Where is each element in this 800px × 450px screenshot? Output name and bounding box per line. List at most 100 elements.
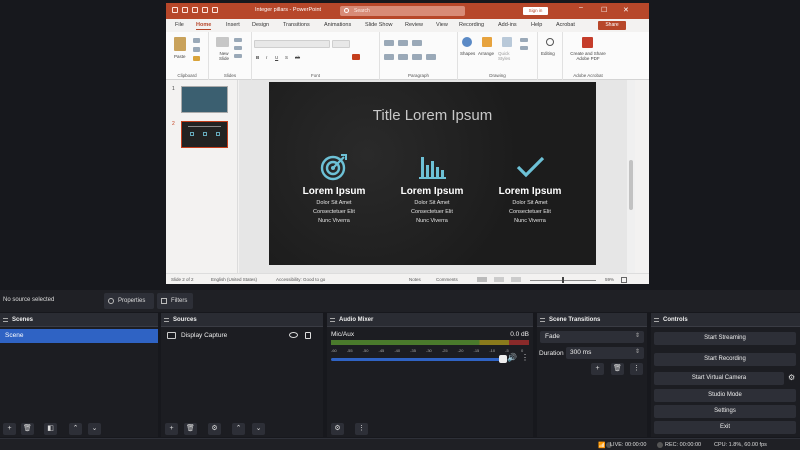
slide-sorter-icon[interactable]: [494, 277, 504, 282]
copy-icon[interactable]: [193, 47, 200, 52]
tab-insert[interactable]: Insert: [226, 22, 240, 28]
start-virtual-camera-button[interactable]: Start Virtual Camera: [654, 372, 784, 385]
slide-thumbnail-2[interactable]: [181, 121, 228, 148]
align-center-icon[interactable]: [398, 54, 408, 60]
bold-icon[interactable]: B: [256, 55, 259, 60]
remove-scene-button[interactable]: 🗑: [21, 423, 34, 435]
slide-column-2[interactable]: Lorem Ipsum Dolor Sit Amet Consectetuer …: [382, 152, 482, 224]
slide-title[interactable]: Title Lorem Ipsum: [269, 107, 596, 124]
strikethrough-icon[interactable]: ab: [295, 55, 300, 60]
tab-acrobat[interactable]: Acrobat: [556, 22, 575, 28]
scrollbar-thumb[interactable]: [629, 160, 633, 210]
duration-spinbox[interactable]: 300 ms ⇕: [566, 347, 644, 359]
tab-animations[interactable]: Animations: [324, 22, 351, 28]
paste-icon[interactable]: [174, 37, 186, 51]
notes-button[interactable]: Notes: [409, 277, 421, 282]
zoom-level[interactable]: 59%: [605, 277, 614, 282]
speaker-icon[interactable]: 🔊: [507, 353, 517, 362]
shadow-icon[interactable]: S: [285, 55, 288, 60]
ppt-search-input[interactable]: Search: [340, 6, 465, 16]
tab-design[interactable]: Design: [252, 22, 269, 28]
move-scene-down-button[interactable]: ⌄: [88, 423, 101, 435]
volume-slider-track[interactable]: [331, 358, 503, 361]
comments-button[interactable]: Comments: [436, 277, 458, 282]
font-size-select[interactable]: [332, 40, 350, 48]
advanced-audio-properties-button[interactable]: ⚙: [331, 423, 344, 435]
dock-handle-icon[interactable]: [540, 318, 545, 322]
start-recording-button[interactable]: Start Recording: [654, 353, 796, 366]
autosave-icon[interactable]: [172, 7, 178, 13]
move-source-up-button[interactable]: ⌃: [232, 423, 245, 435]
studio-mode-button[interactable]: Studio Mode: [654, 389, 796, 402]
underline-icon[interactable]: U: [275, 55, 278, 60]
mixer-channel-menu-icon[interactable]: ⋮: [521, 353, 529, 362]
scene-list-item[interactable]: Scene: [0, 329, 158, 343]
layout-icon[interactable]: [234, 38, 242, 42]
scene-transitions-dock-header[interactable]: Scene Transitions: [537, 313, 647, 327]
language-status[interactable]: English (United States): [211, 277, 257, 282]
slide-column-3[interactable]: Lorem Ipsum Dolor Sit Amet Consectetuer …: [480, 152, 580, 224]
filters-button[interactable]: Filters: [157, 293, 193, 309]
add-transition-button[interactable]: +: [591, 363, 604, 375]
dock-handle-icon[interactable]: [654, 318, 659, 322]
indent-icon[interactable]: [412, 40, 422, 46]
transition-select[interactable]: Fade ⇕: [540, 331, 644, 343]
quick-styles-icon[interactable]: [502, 37, 512, 47]
italic-icon[interactable]: I: [266, 55, 267, 60]
undo-icon[interactable]: [192, 7, 198, 13]
find-icon[interactable]: [546, 38, 554, 46]
add-source-button[interactable]: +: [165, 423, 178, 435]
audio-mixer-dock-header[interactable]: Audio Mixer: [327, 313, 533, 327]
format-painter-icon[interactable]: [193, 56, 200, 61]
source-properties-button[interactable]: ⚙: [208, 423, 221, 435]
slide-thumbnail-1[interactable]: [181, 86, 228, 113]
virtual-camera-settings-icon[interactable]: ⚙: [788, 373, 795, 382]
exit-button[interactable]: Exit: [654, 421, 796, 434]
sources-dock-header[interactable]: Sources: [161, 313, 323, 327]
section-icon[interactable]: [234, 54, 242, 58]
slide-vertical-scrollbar[interactable]: [627, 80, 635, 273]
adobe-pdf-icon[interactable]: [582, 37, 593, 48]
redo-icon[interactable]: [202, 7, 208, 13]
dock-handle-icon[interactable]: [164, 318, 169, 322]
controls-dock-header[interactable]: Controls: [651, 313, 800, 327]
scenes-dock-header[interactable]: Scenes: [0, 313, 158, 327]
dock-handle-icon[interactable]: [330, 318, 335, 322]
reading-view-icon[interactable]: [511, 277, 521, 282]
tab-file[interactable]: File: [175, 22, 184, 28]
align-right-icon[interactable]: [412, 54, 422, 60]
reset-icon[interactable]: [234, 46, 242, 50]
start-streaming-button[interactable]: Start Streaming: [654, 332, 796, 345]
volume-slider-handle[interactable]: [499, 355, 507, 363]
settings-button[interactable]: Settings: [654, 405, 796, 418]
add-scene-button[interactable]: +: [3, 423, 16, 435]
slide-column-1[interactable]: Lorem Ipsum Dolor Sit Amet Consectetuer …: [284, 152, 384, 224]
tab-transitions[interactable]: Transitions: [283, 22, 310, 28]
tab-view[interactable]: View: [436, 22, 448, 28]
accessibility-status[interactable]: Accessibility: Good to go: [276, 277, 325, 282]
numbering-icon[interactable]: [398, 40, 408, 46]
restore-icon[interactable]: ☐: [601, 6, 607, 14]
source-list-item[interactable]: Display Capture: [161, 329, 323, 343]
font-color-icon[interactable]: [352, 54, 360, 60]
shape-outline-icon[interactable]: [520, 46, 528, 50]
cut-icon[interactable]: [193, 38, 200, 43]
remove-transition-button[interactable]: 🗑: [611, 363, 624, 375]
share-button[interactable]: Share: [598, 21, 626, 30]
fit-to-window-icon[interactable]: [621, 277, 627, 283]
shapes-icon[interactable]: [462, 37, 472, 47]
close-icon[interactable]: ✕: [623, 6, 629, 14]
bullets-icon[interactable]: [384, 40, 394, 46]
tab-home[interactable]: Home: [196, 22, 212, 30]
new-slide-icon[interactable]: [216, 37, 229, 47]
dock-handle-icon[interactable]: [3, 318, 8, 322]
remove-source-button[interactable]: 🗑: [184, 423, 197, 435]
mixer-menu-button[interactable]: ⋮: [355, 423, 368, 435]
save-icon[interactable]: [182, 7, 188, 13]
tab-help[interactable]: Help: [531, 22, 542, 28]
align-left-icon[interactable]: [384, 54, 394, 60]
tab-recording[interactable]: Recording: [459, 22, 484, 28]
shape-fill-icon[interactable]: [520, 38, 528, 42]
move-source-down-button[interactable]: ⌄: [252, 423, 265, 435]
justify-icon[interactable]: [426, 54, 436, 60]
